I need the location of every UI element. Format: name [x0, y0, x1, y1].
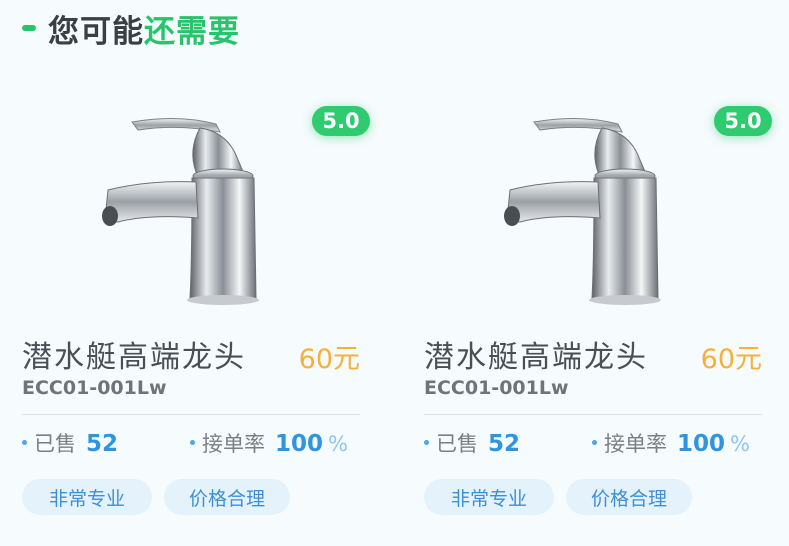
- sold-stat: 已售 52: [424, 428, 520, 458]
- divider: [22, 414, 360, 415]
- tag-professional[interactable]: 非常专业: [424, 479, 554, 515]
- tag-fair-price[interactable]: 价格合理: [566, 479, 692, 515]
- tag-fair-price[interactable]: 价格合理: [164, 479, 290, 515]
- rate-value: 100: [677, 431, 726, 457]
- divider: [424, 414, 762, 415]
- sold-value: 52: [488, 431, 521, 457]
- bullet-dot-icon: [592, 440, 597, 445]
- product-code: ECC01-001Lw: [424, 377, 569, 399]
- rate-label: 接单率: [604, 432, 667, 456]
- product-code: ECC01-001Lw: [22, 377, 167, 399]
- rate-unit: %: [328, 432, 348, 456]
- bullet-dot-icon: [424, 440, 429, 445]
- bullet-dot-icon: [22, 440, 27, 445]
- rate-unit: %: [730, 432, 750, 456]
- rate-value: 100: [275, 431, 324, 457]
- section-title-part1: 您可能: [48, 13, 144, 50]
- sold-label: 已售: [436, 432, 478, 456]
- rate-stat: 接单率 100 %: [592, 428, 750, 458]
- product-name[interactable]: 潜水艇高端龙头: [424, 332, 648, 376]
- product-name[interactable]: 潜水艇高端龙头: [22, 332, 246, 376]
- section-title-part2: 还需要: [144, 13, 240, 50]
- product-price: 60元: [700, 344, 762, 375]
- sold-value: 52: [86, 431, 119, 457]
- product-card[interactable]: 5.0 潜水艇高端龙头 60元 ECC01-001Lw 已售 52 接单率 10…: [420, 70, 782, 540]
- rate-stat: 接单率 100 %: [190, 428, 348, 458]
- product-price: 60元: [298, 344, 360, 375]
- faucet-image: [88, 110, 278, 310]
- title-accent-dash: [22, 25, 36, 31]
- rating-badge: 5.0: [312, 106, 370, 136]
- faucet-image: [490, 110, 680, 310]
- tag-professional[interactable]: 非常专业: [22, 479, 152, 515]
- bullet-dot-icon: [190, 440, 195, 445]
- sold-label: 已售: [34, 432, 76, 456]
- product-card[interactable]: 5.0 潜水艇高端龙头 60元 ECC01-001Lw 已售 52 接单率 10…: [18, 70, 380, 540]
- sold-stat: 已售 52: [22, 428, 118, 458]
- rating-badge: 5.0: [714, 106, 772, 136]
- section-title: 您可能 还需要: [22, 8, 240, 50]
- rate-label: 接单率: [202, 432, 265, 456]
